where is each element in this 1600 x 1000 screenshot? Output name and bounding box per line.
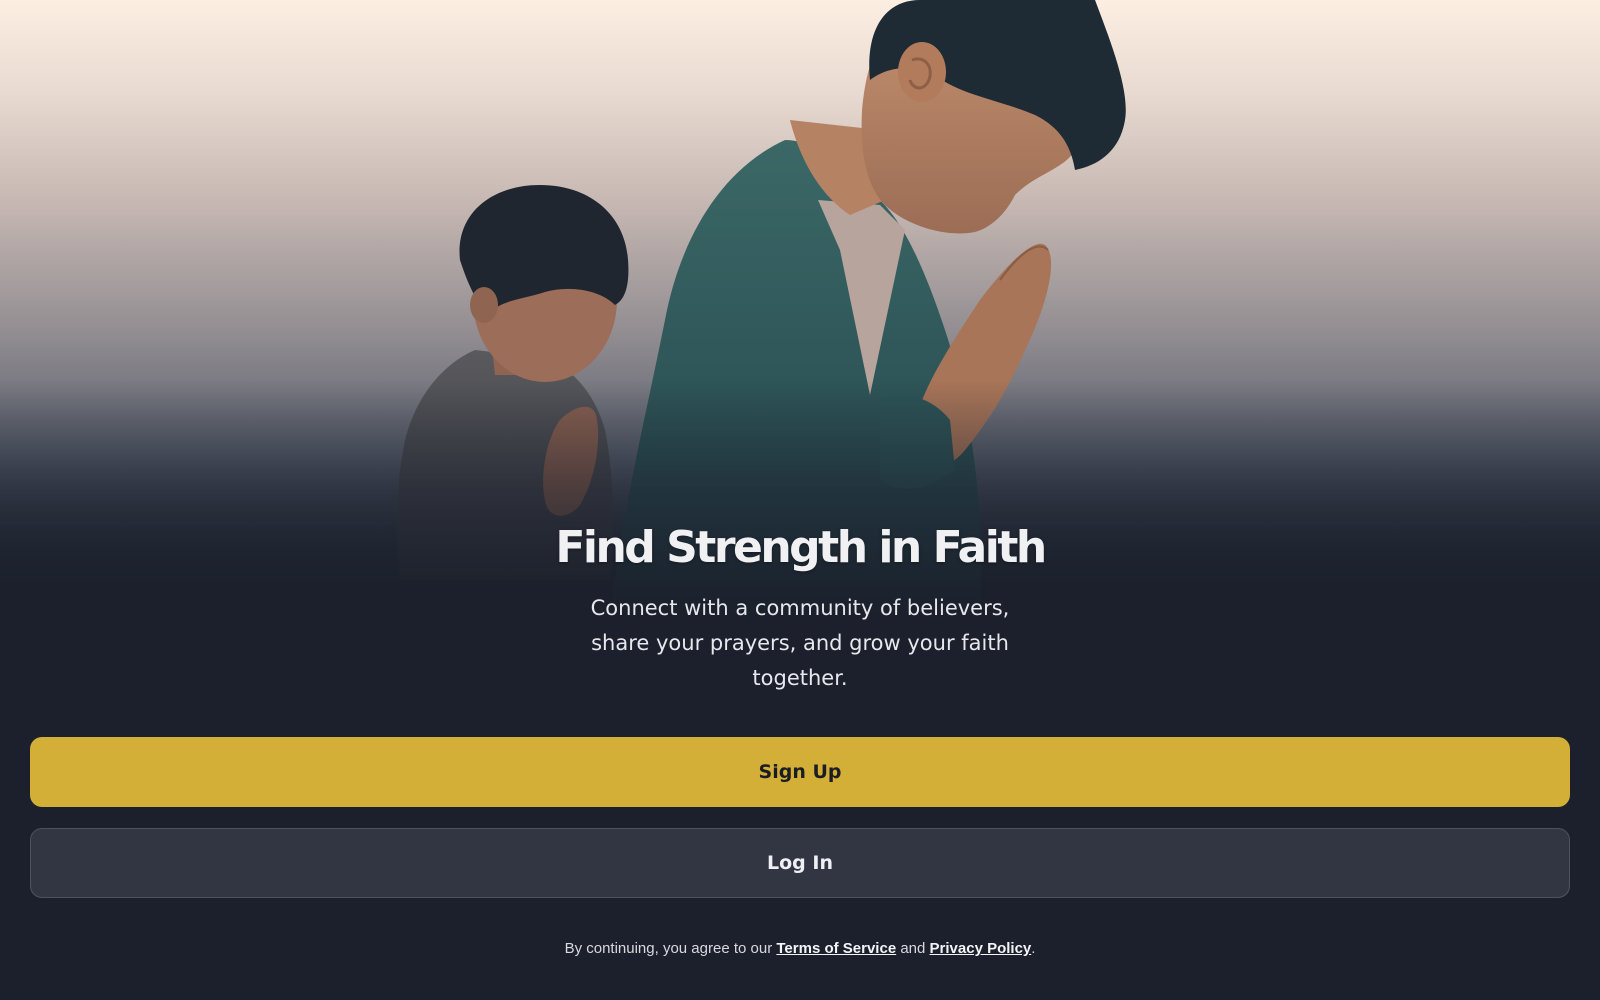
sign-up-label: Sign Up: [758, 761, 842, 783]
legal-notice: By continuing, you agree to our Terms of…: [0, 940, 1600, 957]
welcome-screen: Find Strength in Faith Connect with a co…: [0, 0, 1600, 1000]
log-in-button[interactable]: Log In: [30, 828, 1570, 898]
subtitle-line: together.: [752, 666, 848, 690]
terms-of-service-link[interactable]: Terms of Service: [776, 940, 896, 957]
subtitle: Connect with a community of believers, s…: [0, 591, 1600, 696]
sign-up-button[interactable]: Sign Up: [30, 737, 1570, 807]
subtitle-line: share your prayers, and grow your faith: [591, 631, 1009, 655]
subtitle-line: Connect with a community of believers,: [590, 596, 1010, 620]
legal-prefix: By continuing, you agree to our: [564, 940, 777, 957]
privacy-policy-link[interactable]: Privacy Policy: [930, 940, 1032, 957]
legal-suffix: .: [1031, 940, 1036, 957]
legal-and: and: [896, 940, 930, 957]
page-title: Find Strength in Faith: [555, 522, 1047, 573]
log-in-label: Log In: [767, 852, 833, 874]
